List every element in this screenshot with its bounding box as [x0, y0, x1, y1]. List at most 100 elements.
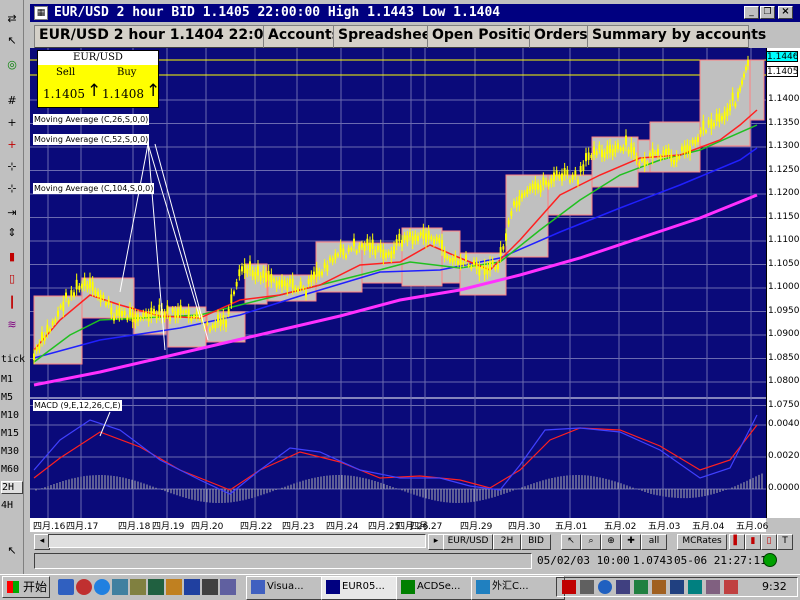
- candle-body: [97, 291, 99, 298]
- candle-body: [265, 272, 267, 282]
- close-button[interactable]: ×: [778, 6, 793, 19]
- all-button[interactable]: all: [641, 534, 667, 550]
- quicklaunch-3-icon[interactable]: [94, 579, 110, 595]
- quicklaunch-7-icon[interactable]: [166, 579, 182, 595]
- timeframe-m60[interactable]: M60: [1, 464, 19, 475]
- timeframe-4h[interactable]: 4H: [1, 500, 13, 511]
- candle-body: [259, 275, 262, 281]
- tray-icon-8[interactable]: [688, 580, 702, 594]
- quicklaunch-6-icon[interactable]: [148, 579, 164, 595]
- tray-icon-7[interactable]: [670, 580, 684, 594]
- candle-body: [547, 182, 550, 187]
- zoom-button[interactable]: ⌕: [581, 534, 601, 550]
- tray-network-icon[interactable]: [616, 580, 630, 594]
- mcrates-button[interactable]: MCRates: [677, 534, 727, 550]
- timeframe-2h[interactable]: 2H: [1, 481, 23, 494]
- settings-button[interactable]: ▯: [761, 534, 777, 550]
- red-bar-button[interactable]: ▌: [729, 534, 745, 550]
- quote-box[interactable]: EUR/USD Sell Buy 1.1405 ↑ 1.1408 ↑: [37, 50, 160, 108]
- scroll-right-button[interactable]: ▸: [428, 534, 444, 550]
- ma-52-label[interactable]: Moving Average (C,52,S,0,0): [33, 134, 150, 145]
- macd-panel[interactable]: [30, 398, 766, 518]
- candle-body: [537, 183, 539, 190]
- task-forex[interactable]: 外汇C...: [471, 576, 565, 600]
- cursor-tool-button[interactable]: ↖: [561, 534, 581, 550]
- quicklaunch-2-icon[interactable]: [76, 579, 92, 595]
- tab-open-position[interactable]: Open Position: [427, 25, 542, 49]
- candle-body: [321, 271, 323, 276]
- candle-body: [235, 281, 238, 287]
- tab-spreadsheet[interactable]: Spreadsheet: [333, 25, 438, 49]
- candle-body: [35, 346, 38, 352]
- candles-alt-icon[interactable]: ▯: [1, 268, 23, 288]
- swap-arrows-icon[interactable]: ⇄: [1, 8, 23, 28]
- timeframe-m10[interactable]: M10: [1, 410, 19, 421]
- tray-green-icon[interactable]: [634, 580, 648, 594]
- candle-body: [577, 179, 579, 185]
- candles-icon[interactable]: ▮: [1, 246, 23, 266]
- pan-button[interactable]: ✚: [621, 534, 641, 550]
- symbol-button[interactable]: EUR/USD: [443, 534, 493, 550]
- timeframe-m15[interactable]: M15: [1, 428, 19, 439]
- quicklaunch-5-icon[interactable]: [130, 579, 146, 595]
- candle-body: [139, 317, 142, 320]
- horizontal-scrollbar[interactable]: [48, 534, 426, 548]
- candle-body: [625, 135, 627, 146]
- sell-price[interactable]: 1.1405: [43, 87, 85, 101]
- candle-body: [350, 247, 353, 251]
- crosshair-red-icon[interactable]: +: [1, 134, 23, 154]
- candle-body: [254, 272, 257, 280]
- timeframe-m1[interactable]: M1: [1, 374, 13, 385]
- bars-alt-icon[interactable]: ≋: [1, 314, 23, 334]
- buy-price[interactable]: 1.1408: [102, 87, 144, 101]
- tab-accounts[interactable]: Accounts: [263, 25, 341, 49]
- cursor-icon[interactable]: ↖: [1, 30, 23, 50]
- tab-summary[interactable]: Summary by accounts: [587, 25, 766, 49]
- candle-body: [521, 193, 523, 199]
- tray-red-icon[interactable]: [562, 580, 576, 594]
- side-button[interactable]: BID: [521, 534, 551, 550]
- arrow-right-bar-icon[interactable]: ⇥: [1, 202, 23, 222]
- candle-body: [361, 243, 363, 248]
- crosshair-icon[interactable]: +: [1, 112, 23, 132]
- maximize-button[interactable]: ❐: [760, 6, 775, 19]
- ma-104-label[interactable]: Moving Average (C,104,S,0,0): [33, 183, 155, 194]
- crosshair-button[interactable]: ⊕: [601, 534, 621, 550]
- tray-speaker-icon[interactable]: [580, 580, 594, 594]
- timeframe-m30[interactable]: M30: [1, 446, 19, 457]
- candle-body: [430, 236, 433, 240]
- bars-icon[interactable]: ┃: [1, 292, 23, 312]
- grid-icon[interactable]: #: [1, 90, 23, 110]
- tick-button[interactable]: tick: [1, 354, 25, 365]
- candle-body: [489, 261, 491, 271]
- candle-body: [43, 335, 46, 341]
- ma-26-label[interactable]: Moving Average (C,26,S,0,0): [33, 114, 150, 125]
- crosshair-left-icon[interactable]: ⊹: [1, 156, 23, 176]
- crosshair-right-icon[interactable]: ⊹: [1, 178, 23, 198]
- tab-chart[interactable]: EUR/USD 2 hour 1.1404 22:00:00: [34, 25, 298, 49]
- quicklaunch-10-icon[interactable]: [220, 579, 236, 595]
- period-button[interactable]: 2H: [493, 534, 521, 550]
- candle-body: [643, 157, 646, 167]
- candle-body: [550, 178, 553, 184]
- target-icon[interactable]: ◎: [1, 54, 23, 74]
- tray-icon-6[interactable]: [652, 580, 666, 594]
- quicklaunch-9-icon[interactable]: [202, 579, 218, 595]
- tab-orders[interactable]: Orders: [529, 25, 594, 49]
- start-button[interactable]: 开始: [2, 576, 50, 598]
- candle-body: [342, 248, 345, 255]
- quicklaunch-1-icon[interactable]: [58, 579, 74, 595]
- tray-blue-icon[interactable]: [598, 580, 612, 594]
- quicklaunch-4-icon[interactable]: [112, 579, 128, 595]
- candle-body: [190, 317, 193, 322]
- text-button[interactable]: T: [777, 534, 793, 550]
- pointer-icon[interactable]: ↖: [1, 540, 23, 560]
- color-button[interactable]: ▮: [745, 534, 761, 550]
- timeframe-m5[interactable]: M5: [1, 392, 13, 403]
- tray-icon-10[interactable]: [724, 580, 738, 594]
- macd-label[interactable]: MACD (9,E,12,26,C,E): [33, 400, 122, 411]
- zoom-vertical-icon[interactable]: ⇕: [1, 222, 23, 242]
- tray-icon-9[interactable]: [706, 580, 720, 594]
- minimize-button[interactable]: _: [744, 6, 759, 19]
- quicklaunch-8-icon[interactable]: [184, 579, 200, 595]
